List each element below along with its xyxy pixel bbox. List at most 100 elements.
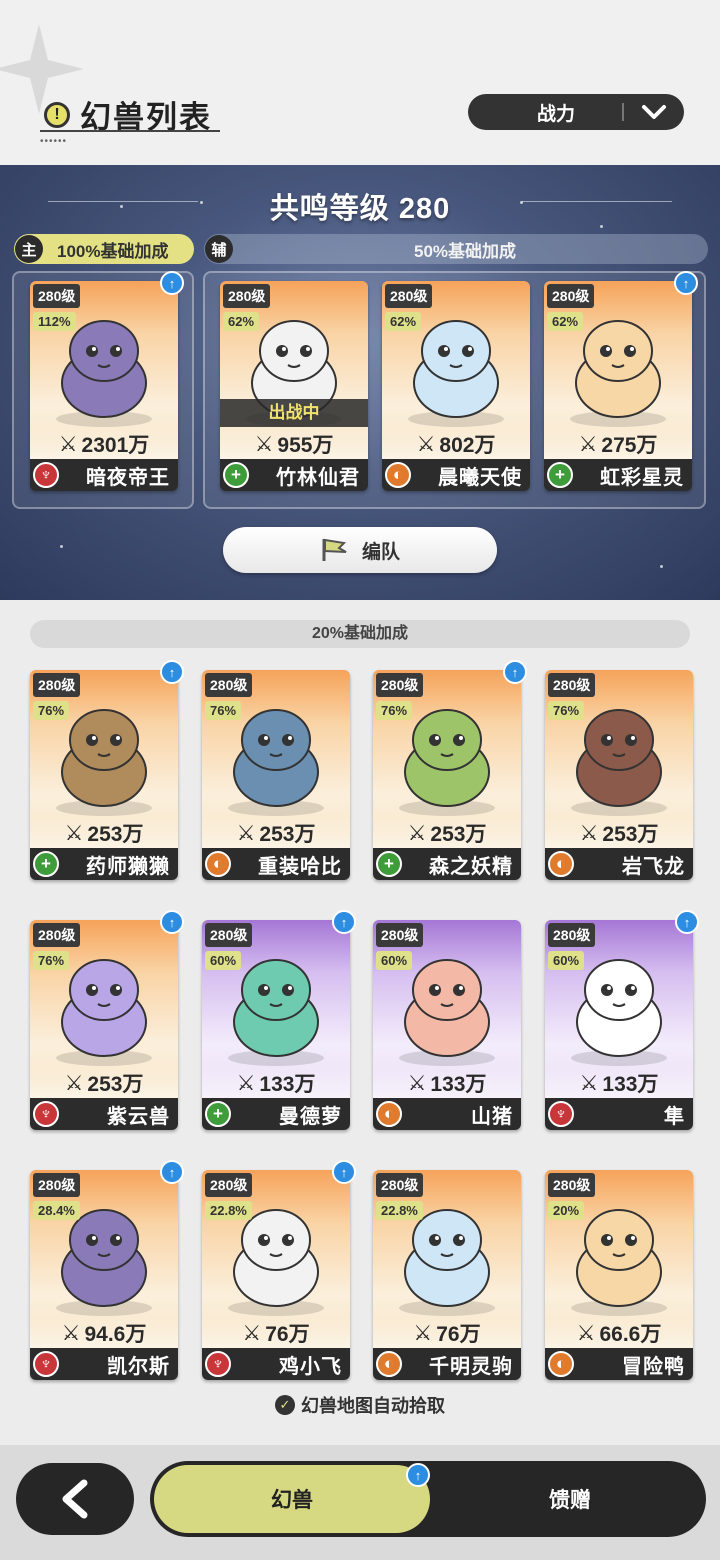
beast-card[interactable]: 280级 76% ⚔ 253万 ♆ 紫云兽 xyxy=(30,920,178,1130)
beast-card[interactable]: 280级 76% ⚔ 253万 + 药师獭獭 xyxy=(30,670,178,880)
beast-card[interactable]: 280级 62% 出战中 ⚔ 955万 + 竹林仙君 xyxy=(220,281,368,491)
beast-name: 千明灵驹 xyxy=(429,1355,513,1378)
power-icon: ⚔ xyxy=(416,432,436,456)
beast-card[interactable]: 280级 62% ⚔ 275万 + 虹彩星灵 xyxy=(544,281,692,491)
heal-type-icon: + xyxy=(547,462,573,488)
heal-type-icon: + xyxy=(205,1101,231,1127)
attack-type-icon: ♆ xyxy=(33,1101,59,1127)
check-icon[interactable]: ✓ xyxy=(275,1395,295,1415)
tab-gifts[interactable]: 馈赠 xyxy=(440,1461,700,1537)
name-bar: + 曼德萝 xyxy=(202,1098,350,1130)
level-badge: 280级 xyxy=(548,923,596,947)
power-icon: ⚔ xyxy=(61,1321,81,1345)
power-value: ⚔ 275万 xyxy=(544,429,692,459)
beast-card[interactable]: 280级 22.8% ⚔ 76万 ◐ 千明灵驹 xyxy=(373,1170,521,1380)
power-icon: ⚔ xyxy=(58,432,78,456)
title-dots: •••••• xyxy=(40,136,68,147)
power-text: 275万 xyxy=(601,434,658,457)
formation-button[interactable]: 编队 xyxy=(223,527,497,573)
power-icon: ⚔ xyxy=(242,1321,262,1345)
power-value: ⚔ 94.6万 xyxy=(30,1318,178,1348)
defense-type-icon: ◐ xyxy=(548,851,574,877)
power-text: 133万 xyxy=(430,1073,487,1096)
power-value: ⚔ 955万 xyxy=(220,429,368,459)
beast-card[interactable]: 280级 28.4% ⚔ 94.6万 ♆ 凯尔斯 xyxy=(30,1170,178,1380)
attack-type-icon: ♆ xyxy=(33,1351,59,1377)
power-text: 253万 xyxy=(87,823,144,846)
beast-card[interactable]: 280级 22.8% ⚔ 76万 ♆ 鸡小飞 xyxy=(202,1170,350,1380)
power-icon: ⚔ xyxy=(576,1321,596,1345)
tab-beasts[interactable]: 幻兽 xyxy=(154,1465,430,1533)
power-icon: ⚔ xyxy=(407,1071,427,1095)
beast-card[interactable]: 280级 112% ⚔ 2301万 ♆ 暗夜帝王 xyxy=(30,281,178,491)
power-value: ⚔ 253万 xyxy=(545,818,693,848)
level-badge: 280级 xyxy=(205,673,253,697)
name-bar: ◐ 山猪 xyxy=(373,1098,521,1130)
beast-card[interactable]: 280级 76% ⚔ 253万 ◐ 岩飞龙 xyxy=(545,670,693,880)
power-icon: ⚔ xyxy=(413,1321,433,1345)
bonus-percent: 76% xyxy=(376,701,413,720)
beast-name: 冒险鸭 xyxy=(622,1355,685,1378)
level-badge: 280级 xyxy=(223,284,271,308)
deployed-banner: 出战中 xyxy=(220,399,368,427)
level-badge: 280级 xyxy=(33,923,81,947)
power-icon: ⚔ xyxy=(64,1071,84,1095)
bonus-percent: 62% xyxy=(547,312,584,331)
power-icon: ⚔ xyxy=(578,432,598,456)
level-badge: 280级 xyxy=(33,284,81,308)
power-text: 76万 xyxy=(265,1323,310,1346)
sort-dropdown[interactable]: 战力 xyxy=(468,94,684,130)
level-badge: 280级 xyxy=(385,284,433,308)
bonus-percent: 62% xyxy=(385,312,422,331)
beast-card[interactable]: 280级 20% ⚔ 66.6万 ◐ 冒险鸭 xyxy=(545,1170,693,1380)
beast-card[interactable]: 280级 60% ⚔ 133万 + 曼德萝 xyxy=(202,920,350,1130)
name-bar: + 药师獭獭 xyxy=(30,848,178,880)
attack-type-icon: ♆ xyxy=(33,462,59,488)
beast-name: 虹彩星灵 xyxy=(600,466,684,489)
beast-card[interactable]: 280级 60% ⚔ 133万 ◐ 山猪 xyxy=(373,920,521,1130)
level-badge: 280级 xyxy=(205,1173,253,1197)
power-text: 2301万 xyxy=(81,434,150,457)
list-bonus-bar: 20%基础加成 xyxy=(30,620,690,648)
sort-label: 战力 xyxy=(536,103,575,125)
beast-name: 竹林仙君 xyxy=(276,466,360,489)
power-text: 133万 xyxy=(602,1073,659,1096)
attack-type-icon: ♆ xyxy=(205,1351,231,1377)
beast-name: 隼 xyxy=(664,1105,685,1128)
bonus-percent: 60% xyxy=(548,951,585,970)
power-icon: ⚔ xyxy=(236,821,256,845)
assist-bonus-bar: 辅 50%基础加成 xyxy=(204,234,708,264)
back-button[interactable] xyxy=(16,1463,134,1535)
name-bar: ♆ 暗夜帝王 xyxy=(30,459,178,491)
level-badge: 280级 xyxy=(33,1173,81,1197)
bonus-percent: 22.8% xyxy=(376,1201,423,1220)
power-value: ⚔ 253万 xyxy=(30,818,178,848)
assist-role-badge: 辅 xyxy=(205,235,233,263)
power-icon: ⚔ xyxy=(236,1071,256,1095)
beast-card[interactable]: 280级 62% ⚔ 802万 ◐ 晨曦天使 xyxy=(382,281,530,491)
chevron-down-icon[interactable] xyxy=(624,94,684,130)
upgrade-arrow-icon: ↑ xyxy=(674,271,698,295)
bonus-percent: 22.8% xyxy=(205,1201,252,1220)
auto-pickup-toggle[interactable]: ✓ 幻兽地图自动拾取 xyxy=(0,1392,720,1418)
beast-card[interactable]: 280级 60% ⚔ 133万 ♆ 隼 xyxy=(545,920,693,1130)
name-bar: ◐ 千明灵驹 xyxy=(373,1348,521,1380)
level-badge: 280级 xyxy=(548,1173,596,1197)
assist-bonus-label: 50%基础加成 xyxy=(414,241,517,261)
level-badge: 280级 xyxy=(376,923,424,947)
beast-name: 凯尔斯 xyxy=(107,1355,170,1378)
flag-icon xyxy=(322,538,347,561)
power-text: 253万 xyxy=(430,823,487,846)
name-bar: ◐ 晨曦天使 xyxy=(382,459,530,491)
beast-name: 重装哈比 xyxy=(258,855,342,878)
name-bar: ♆ 隼 xyxy=(545,1098,693,1130)
beast-name: 岩飞龙 xyxy=(622,855,685,878)
info-icon[interactable]: ! xyxy=(44,101,70,128)
beast-card[interactable]: 280级 76% ⚔ 253万 ◐ 重装哈比 xyxy=(202,670,350,880)
upgrade-arrow-icon: ↑ xyxy=(503,660,527,684)
upgrade-arrow-icon: ↑ xyxy=(160,271,184,295)
resonance-level: 共鸣等级 280 xyxy=(269,193,451,225)
beast-card[interactable]: 280级 76% ⚔ 253万 + 森之妖精 xyxy=(373,670,521,880)
bonus-percent: 76% xyxy=(205,701,242,720)
bonus-percent: 28.4% xyxy=(33,1201,80,1220)
